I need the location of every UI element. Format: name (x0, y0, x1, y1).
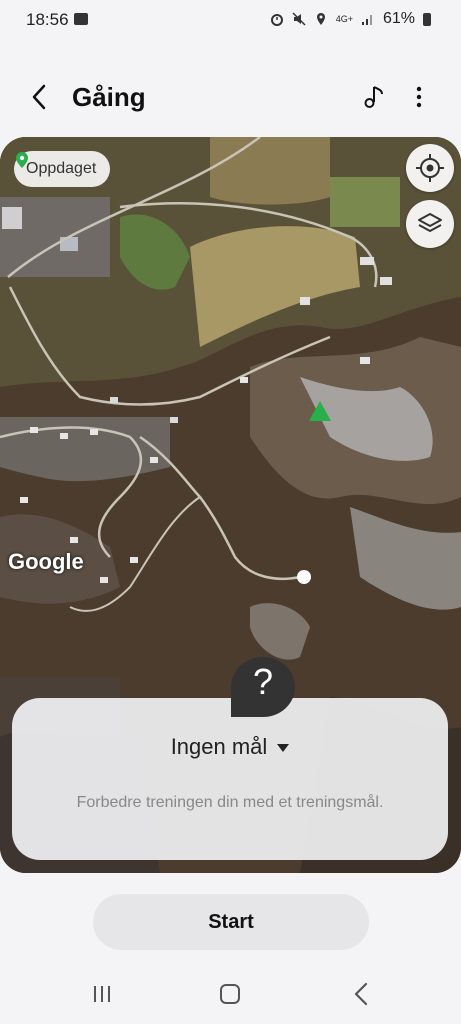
back-arrow-icon[interactable] (26, 82, 54, 112)
current-position-marker-icon (297, 570, 311, 584)
network-type: 4G+ (335, 14, 353, 24)
goal-selector[interactable]: Ingen mål (12, 734, 448, 760)
battery-percent: 61% (382, 10, 415, 27)
goal-label: Ingen mål (170, 734, 268, 759)
discovered-label: Oppdaget (26, 160, 97, 177)
signal-icon (361, 15, 372, 25)
dropdown-arrow-icon (277, 744, 290, 753)
mute-icon (292, 12, 306, 26)
page-title: Gåing (72, 82, 146, 112)
recent-apps-icon[interactable] (92, 984, 112, 1004)
google-attribution: Google (8, 549, 84, 574)
goal-hint: Forbedre treningen din med et treningsmå… (76, 794, 384, 811)
nav-back-icon[interactable] (352, 982, 370, 1006)
help-symbol: ? (252, 661, 274, 702)
battery-icon (423, 12, 431, 26)
satellite-map[interactable]: Oppdaget Google Ingen mål Forbedre treni… (0, 137, 461, 873)
app-bar: Gåing (0, 70, 461, 124)
status-time: 18:56 (26, 10, 69, 29)
layers-icon (418, 213, 442, 232)
status-bar: 18:56 4G+ 61% (0, 0, 461, 40)
discovered-chip[interactable]: Oppdaget (14, 151, 111, 187)
status-icons: 4G+ 61% (270, 10, 431, 28)
system-nav-bar (0, 970, 461, 1020)
home-icon[interactable] (220, 984, 240, 1004)
help-button[interactable]: ? (231, 657, 295, 717)
location-icon (316, 13, 325, 25)
alarm-icon (270, 14, 283, 26)
map-pin-icon (16, 152, 28, 168)
my-location-icon (416, 154, 444, 182)
my-location-button[interactable] (406, 144, 454, 192)
music-icon[interactable] (362, 84, 386, 110)
goal-panel: Ingen mål Forbedre treningen din med et … (12, 698, 448, 860)
more-options-icon[interactable] (408, 84, 430, 110)
map-layers-button[interactable] (406, 200, 454, 248)
start-button[interactable]: Start (93, 894, 369, 950)
gallery-notification-icon (74, 13, 88, 25)
